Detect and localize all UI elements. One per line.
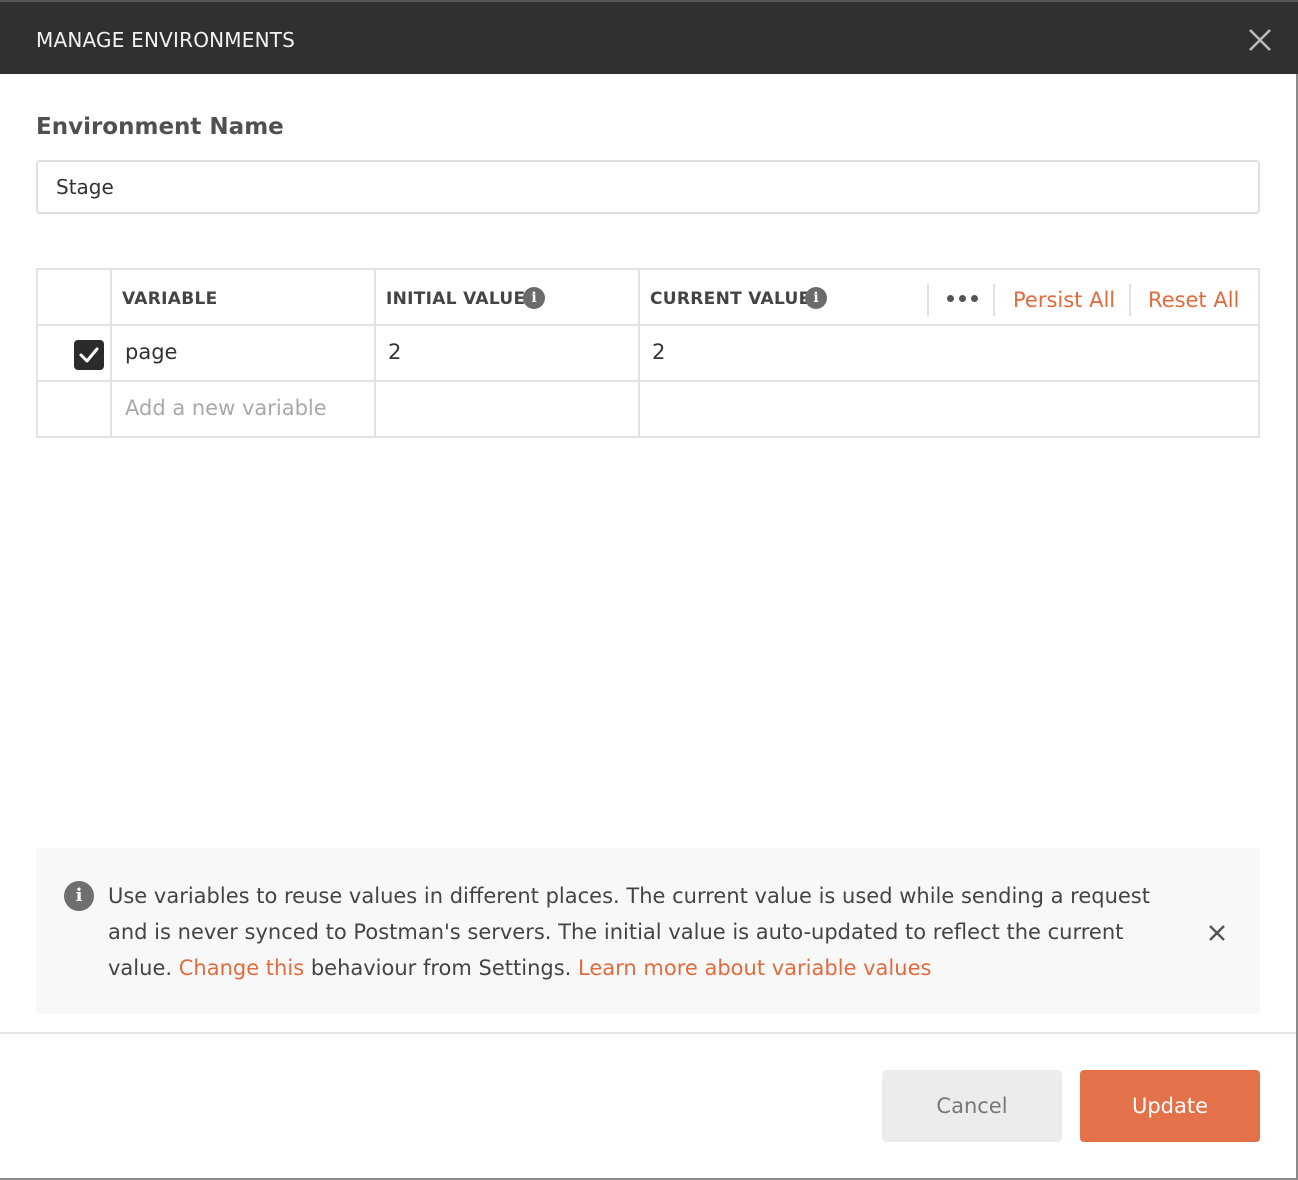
footer-divider xyxy=(0,1032,1296,1034)
persist-all-button[interactable]: Persist All xyxy=(1013,288,1115,312)
variable-enabled-checkbox[interactable] xyxy=(74,340,104,370)
reset-all-button[interactable]: Reset All xyxy=(1148,288,1239,312)
header-separator xyxy=(993,284,995,316)
checkmark-icon xyxy=(79,347,99,363)
variable-name-cell[interactable]: page xyxy=(112,326,374,380)
info-icon[interactable]: i xyxy=(805,287,827,309)
learn-more-link[interactable]: Learn more about variable values xyxy=(578,956,931,980)
current-value-column-header: CURRENT VALUE xyxy=(650,289,811,309)
variable-column-header: VARIABLE xyxy=(122,289,218,309)
info-banner-message-end: behaviour from Settings. xyxy=(310,956,572,980)
header-separator xyxy=(1129,284,1131,316)
change-settings-link[interactable]: Change this xyxy=(179,956,304,980)
info-banner-text: Use variables to reuse values in differe… xyxy=(108,878,1168,986)
variables-table: VARIABLE INITIAL VALUE i CURRENT VALUE i… xyxy=(36,268,1260,438)
variable-name: page xyxy=(125,340,178,364)
new-current-value-cell[interactable] xyxy=(640,382,1258,436)
new-variable-input[interactable]: Add a new variable xyxy=(125,396,327,420)
manage-environments-dialog: MANAGE ENVIRONMENTS Environment Name VAR… xyxy=(0,0,1298,1180)
info-icon: i xyxy=(64,881,94,911)
dialog-title: MANAGE ENVIRONMENTS xyxy=(36,28,296,52)
current-value-cell[interactable]: 2 xyxy=(640,326,1258,380)
info-banner: i Use variables to reuse values in diffe… xyxy=(36,848,1260,1014)
initial-value: 2 xyxy=(388,340,402,364)
initial-value-column-header: INITIAL VALUE xyxy=(386,289,526,309)
close-icon xyxy=(1209,925,1225,941)
environment-name-label: Environment Name xyxy=(36,114,284,140)
info-icon[interactable]: i xyxy=(523,287,545,309)
header-separator xyxy=(927,284,929,316)
close-icon xyxy=(1249,29,1271,51)
initial-value-cell[interactable]: 2 xyxy=(376,326,638,380)
new-initial-value-cell[interactable] xyxy=(376,382,638,436)
dialog-header: MANAGE ENVIRONMENTS xyxy=(0,0,1298,74)
more-options-button[interactable] xyxy=(943,282,981,314)
current-value: 2 xyxy=(652,340,666,364)
environment-name-input[interactable] xyxy=(36,160,1260,214)
dismiss-banner-button[interactable] xyxy=(1202,918,1232,948)
update-button[interactable]: Update xyxy=(1080,1070,1260,1142)
close-dialog-button[interactable] xyxy=(1240,20,1280,60)
cancel-button[interactable]: Cancel xyxy=(882,1070,1062,1142)
